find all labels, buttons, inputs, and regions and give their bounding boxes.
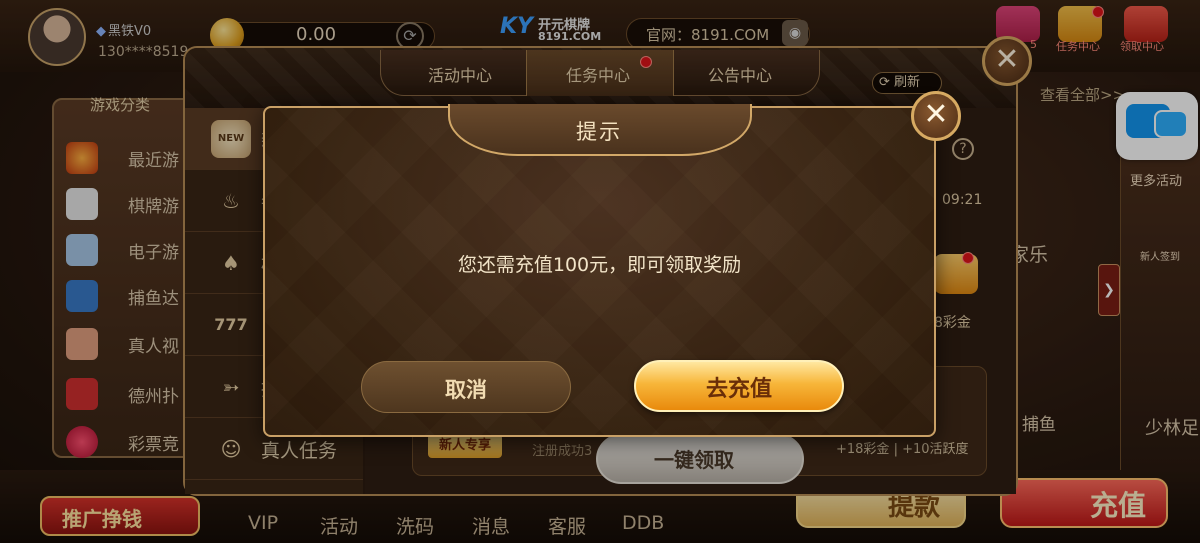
dialog-message: 您还需充值100元，即可领取奖励 [457, 254, 742, 276]
go-recharge-label: 去充值 [705, 377, 772, 402]
cancel-label: 取消 [445, 378, 487, 402]
dialog-title: 提示 [576, 120, 622, 144]
dialog-close-icon[interactable]: ✕ [911, 91, 961, 141]
